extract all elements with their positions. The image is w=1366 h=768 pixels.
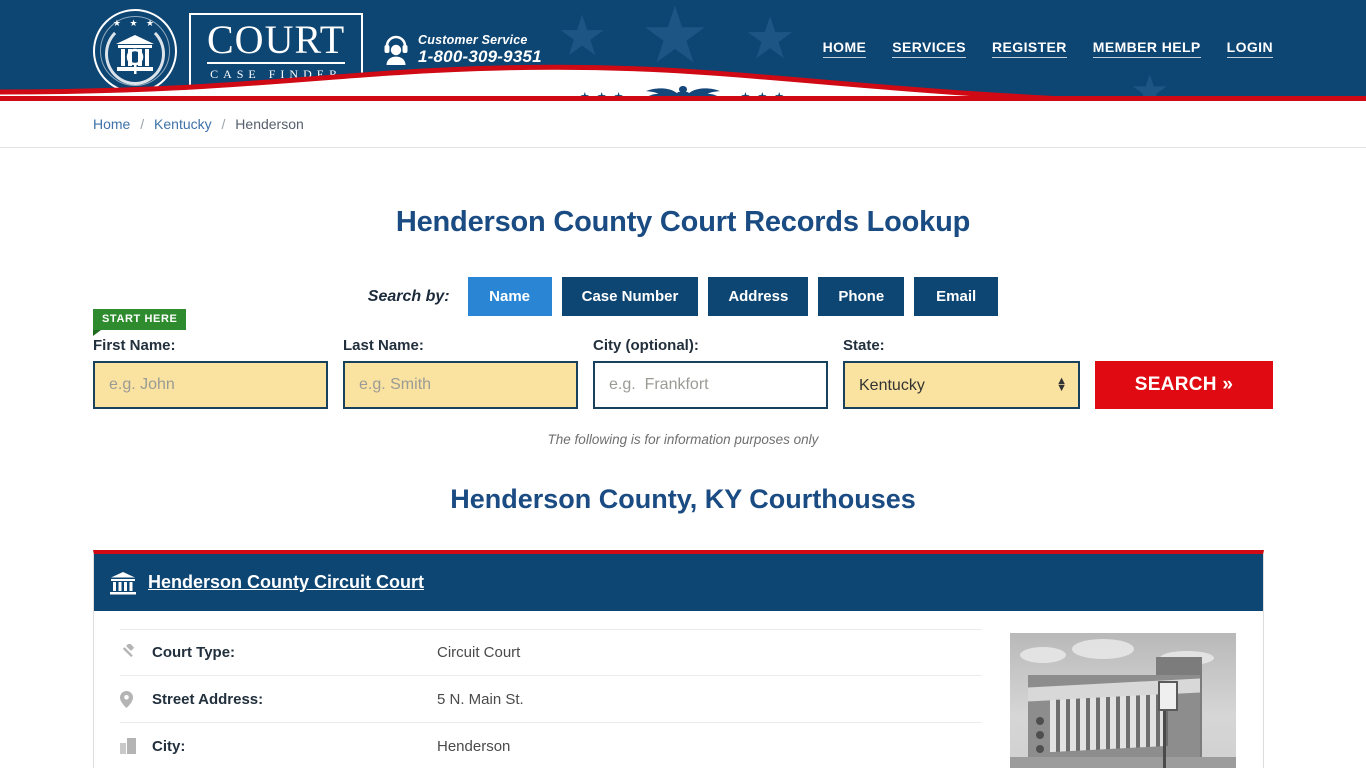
- breadcrumb-current: Henderson: [235, 116, 304, 132]
- tab-phone[interactable]: Phone: [818, 277, 905, 316]
- detail-label: Street Address:: [152, 690, 264, 708]
- court-card-body: Court Type: Circuit Court Street Address…: [94, 611, 1263, 768]
- detail-value: Circuit Court: [437, 644, 521, 661]
- state-select[interactable]: Kentucky: [843, 361, 1080, 409]
- tab-case-number[interactable]: Case Number: [561, 277, 699, 316]
- search-form: START HERE First Name: Last Name: City (…: [93, 309, 1273, 409]
- breadcrumb-home[interactable]: Home: [93, 116, 130, 132]
- state-label: State:: [843, 337, 885, 354]
- logo-primary-text: COURT: [207, 16, 346, 64]
- last-name-label: Last Name:: [343, 337, 424, 354]
- city-field-group: City (optional):: [593, 337, 828, 409]
- site-logo[interactable]: ★ ★ ★ COURT CASE FINDER: [93, 9, 364, 93]
- info-note: The following is for information purpose…: [547, 432, 819, 447]
- main-navigation: HOME SERVICES REGISTER MEMBER HELP LOGIN: [822, 39, 1273, 58]
- last-name-input[interactable]: [343, 361, 578, 409]
- search-by-tabs: Search by: Name Case Number Address Phon…: [93, 277, 1273, 316]
- page-content: Henderson County Court Records Lookup Se…: [93, 206, 1273, 768]
- breadcrumb-state[interactable]: Kentucky: [154, 116, 212, 132]
- court-card: Henderson County Circuit Court Court Typ…: [93, 550, 1264, 768]
- city-icon: [120, 738, 152, 754]
- search-button[interactable]: SEARCH »: [1095, 361, 1273, 409]
- detail-row: City: Henderson: [120, 723, 982, 768]
- search-by-label: Search by:: [367, 287, 450, 305]
- site-header: ★ ★ ★ ★ ★ ★ ★ COURT CASE FINDER Customer…: [0, 0, 1366, 101]
- start-here-badge: START HERE: [93, 309, 187, 336]
- detail-value: Henderson: [437, 737, 511, 755]
- nav-item-register[interactable]: REGISTER: [992, 39, 1067, 58]
- breadcrumb-bar: Home / Kentucky / Henderson: [0, 101, 1366, 148]
- last-name-field-group: Last Name:: [343, 337, 578, 409]
- detail-value: 5 N. Main St.: [437, 690, 524, 708]
- logo-secondary-text: CASE FINDER: [210, 66, 343, 81]
- headset-agent-icon: [384, 35, 408, 65]
- courthouse-glyph-icon: [116, 35, 154, 74]
- breadcrumb: Home / Kentucky / Henderson: [93, 101, 1273, 148]
- first-name-field-group: First Name:: [93, 337, 328, 409]
- nav-item-login[interactable]: LOGIN: [1226, 39, 1273, 58]
- bank-columns-icon: [110, 571, 136, 594]
- detail-row: Street Address: 5 N. Main St.: [120, 676, 982, 723]
- first-name-input[interactable]: [93, 361, 328, 409]
- gavel-icon: [120, 644, 152, 661]
- nav-item-services[interactable]: SERVICES: [892, 39, 967, 58]
- nav-item-member-help[interactable]: MEMBER HELP: [1092, 39, 1201, 58]
- city-label: City (optional):: [593, 337, 699, 354]
- first-name-label: First Name:: [93, 337, 176, 354]
- customer-service-label: Customer Service: [418, 33, 528, 47]
- customer-service-block: Customer Service 1-800-309-9351: [383, 33, 542, 67]
- tab-name[interactable]: Name: [467, 277, 552, 316]
- section-title: Henderson County, KY Courthouses: [450, 484, 916, 514]
- courthouse-photo: [1010, 629, 1236, 768]
- customer-service-phone[interactable]: 1-800-309-9351: [418, 47, 542, 67]
- detail-row: Court Type: Circuit Court: [120, 629, 982, 676]
- breadcrumb-separator: /: [221, 116, 226, 132]
- nav-item-home[interactable]: HOME: [822, 39, 867, 58]
- tab-email[interactable]: Email: [914, 277, 999, 316]
- court-card-title-link[interactable]: Henderson County Circuit Court: [148, 572, 424, 593]
- map-pin-icon: [120, 690, 152, 708]
- detail-label: City:: [152, 737, 186, 755]
- breadcrumb-separator: /: [140, 116, 145, 132]
- seal-stars: ★ ★ ★: [112, 18, 158, 28]
- tab-address[interactable]: Address: [708, 277, 809, 316]
- city-input[interactable]: [593, 361, 828, 409]
- detail-label: Court Type:: [152, 644, 236, 661]
- header-red-stripe: [0, 96, 1366, 101]
- state-field-group: State: Kentucky ▲ ▼: [843, 337, 1080, 409]
- court-seal-icon: ★ ★ ★: [93, 9, 177, 93]
- court-detail-list: Court Type: Circuit Court Street Address…: [120, 629, 982, 768]
- court-card-header: Henderson County Circuit Court: [94, 554, 1263, 611]
- page-title: Henderson County Court Records Lookup: [395, 206, 971, 238]
